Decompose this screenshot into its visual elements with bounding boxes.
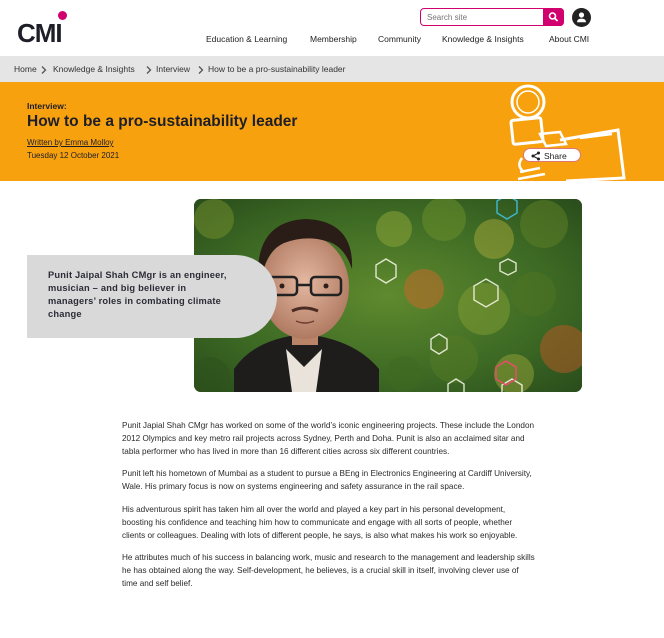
article-paragraph: His adventurous spirit has taken him all… — [122, 504, 518, 540]
article-body: Punit Japial Shah CMgr has worked on som… — [122, 420, 536, 601]
breadcrumb-home[interactable]: Home — [14, 64, 37, 74]
breadcrumb-knowledge-insights[interactable]: Knowledge & Insights — [53, 64, 135, 74]
magnifier-illustration — [509, 84, 626, 181]
article-kicker: Interview: — [27, 101, 67, 111]
share-icon — [531, 151, 540, 161]
article-banner: Interview: How to be a pro-sustainabilit… — [0, 82, 664, 181]
breadcrumb-interview[interactable]: Interview — [156, 64, 190, 74]
search-box — [420, 8, 564, 26]
chevron-right-icon — [41, 66, 47, 74]
search-icon — [548, 12, 558, 22]
breadcrumb: Home Knowledge & Insights Interview How … — [0, 56, 664, 82]
pull-quote-text: Punit Jaipal Shah CMgr is an engineer, m… — [48, 270, 227, 319]
nav-about-cmi[interactable]: About CMI — [549, 34, 589, 44]
site-header: CMI Education & Learning Membership Comm… — [0, 0, 664, 54]
page-title: How to be a pro-sustainability leader — [27, 113, 298, 130]
main-nav: Education & Learning Membership Communit… — [0, 34, 664, 46]
share-button[interactable]: Share — [523, 148, 581, 162]
chevron-right-icon — [198, 66, 204, 74]
search-button[interactable] — [543, 8, 564, 26]
search-input[interactable] — [421, 9, 545, 25]
article-paragraph: Punit Japial Shah CMgr has worked on som… — [122, 421, 535, 456]
author-link[interactable]: Written by Emma Molloy — [27, 138, 114, 147]
user-icon — [577, 12, 586, 23]
share-label: Share — [544, 151, 567, 161]
pull-quote: Punit Jaipal Shah CMgr is an engineer, m… — [27, 255, 277, 338]
nav-membership[interactable]: Membership — [310, 34, 357, 44]
nav-knowledge-insights[interactable]: Knowledge & Insights — [442, 34, 524, 44]
chevron-right-icon — [146, 66, 152, 74]
nav-community[interactable]: Community — [378, 34, 421, 44]
breadcrumb-current: How to be a pro-sustainability leader — [208, 64, 346, 74]
nav-education-learning[interactable]: Education & Learning — [206, 34, 287, 44]
article-paragraph: He attributes much of his success in bal… — [122, 553, 535, 588]
article-paragraph: Punit left his hometown of Mumbai as a s… — [122, 469, 532, 492]
logo-dot — [58, 11, 67, 20]
publish-date: Tuesday 12 October 2021 — [27, 151, 120, 160]
account-button[interactable] — [572, 8, 591, 27]
